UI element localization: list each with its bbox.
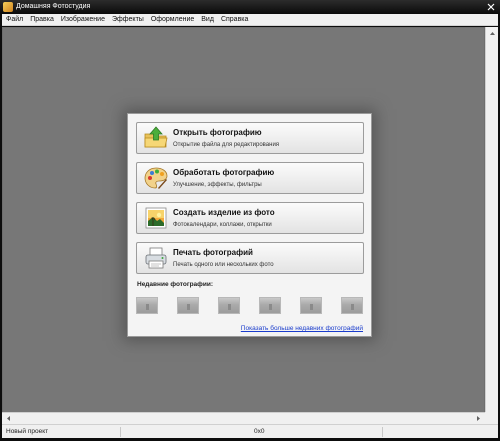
process-photo-title: Обработать фотографию bbox=[173, 168, 275, 177]
scroll-right-icon[interactable] bbox=[474, 414, 483, 423]
menu-help[interactable]: Справка bbox=[221, 14, 248, 26]
create-product-title: Создать изделие из фото bbox=[173, 208, 275, 217]
menu-file[interactable]: Файл bbox=[6, 14, 23, 26]
start-panel: Открыть фотографию Открытие файла для ре… bbox=[127, 113, 372, 337]
close-icon[interactable] bbox=[486, 2, 496, 12]
scroll-up-icon[interactable] bbox=[488, 29, 497, 38]
app-window: Домашняя Фотостудия Файл Правка Изображе… bbox=[0, 0, 500, 441]
recent-photo-thumbnail[interactable] bbox=[177, 297, 199, 314]
app-logo-icon bbox=[3, 2, 13, 12]
recent-photo-thumbnail[interactable] bbox=[259, 297, 281, 314]
recent-photo-thumbnail[interactable] bbox=[300, 297, 322, 314]
status-dimensions: 0x0 bbox=[254, 428, 265, 435]
process-photo-button[interactable]: Обработать фотографию Улучшение, эффекты… bbox=[136, 162, 364, 194]
window-title: Домашняя Фотостудия bbox=[16, 3, 91, 10]
open-photo-subtitle: Открытие файла для редактирования bbox=[173, 142, 280, 148]
title-bar[interactable]: Домашняя Фотостудия bbox=[0, 0, 500, 14]
recent-photos-heading: Недавние фотографии: bbox=[137, 281, 214, 288]
scroll-left-icon[interactable] bbox=[4, 414, 13, 423]
palette-icon bbox=[144, 167, 168, 189]
menu-edit[interactable]: Правка bbox=[30, 14, 54, 26]
recent-photo-thumbnail[interactable] bbox=[218, 297, 240, 314]
open-photo-title: Открыть фотографию bbox=[173, 128, 262, 137]
menu-effects[interactable]: Эффекты bbox=[112, 14, 144, 26]
menu-design[interactable]: Оформление bbox=[151, 14, 194, 26]
recent-photo-thumbnail[interactable] bbox=[341, 297, 363, 314]
menu-view[interactable]: Вид bbox=[201, 14, 214, 26]
print-photos-subtitle: Печать одного или нескольких фото bbox=[173, 262, 274, 268]
show-more-recent-link[interactable]: Показать больше недавних фотографий bbox=[241, 325, 363, 332]
photo-product-icon bbox=[145, 207, 167, 229]
menu-image[interactable]: Изображение bbox=[61, 14, 105, 26]
status-bar: Новый проект 0x0 bbox=[2, 424, 498, 438]
print-photos-button[interactable]: Печать фотографий Печать одного или неск… bbox=[136, 242, 364, 274]
open-photo-button[interactable]: Открыть фотографию Открытие файла для ре… bbox=[136, 122, 364, 154]
recent-photo-thumbnail[interactable] bbox=[136, 297, 158, 314]
status-project-name: Новый проект bbox=[6, 428, 49, 435]
open-folder-icon bbox=[144, 126, 168, 148]
horizontal-scrollbar[interactable] bbox=[2, 412, 485, 424]
printer-icon bbox=[145, 247, 167, 269]
create-product-button[interactable]: Создать изделие из фото Фотокалендари, к… bbox=[136, 202, 364, 234]
process-photo-subtitle: Улучшение, эффекты, фильтры bbox=[173, 182, 262, 188]
print-photos-title: Печать фотографий bbox=[173, 248, 253, 257]
status-divider bbox=[120, 427, 121, 437]
create-product-subtitle: Фотокалендари, коллажи, открытки bbox=[173, 222, 272, 228]
menu-bar: Файл Правка Изображение Эффекты Оформлен… bbox=[2, 14, 498, 26]
vertical-scrollbar[interactable] bbox=[485, 27, 498, 424]
scrollbar-corner bbox=[485, 412, 498, 424]
status-divider bbox=[382, 427, 383, 437]
